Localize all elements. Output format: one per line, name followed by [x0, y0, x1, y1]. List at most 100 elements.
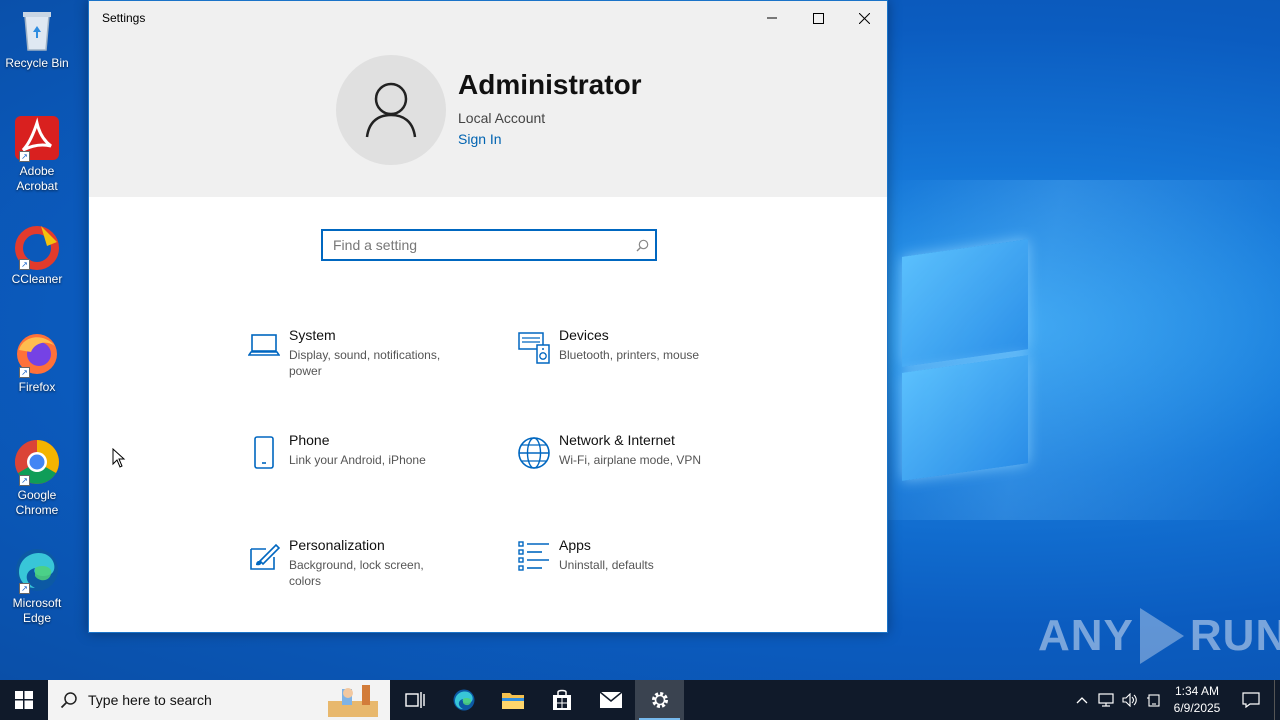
edge-icon: ↗ — [13, 546, 61, 594]
category-title: Devices — [559, 327, 609, 343]
shortcut-arrow-icon: ↗ — [19, 475, 30, 486]
windows-logo-wallpaper — [890, 239, 1030, 481]
mouse-cursor-icon — [112, 447, 126, 473]
window-controls — [749, 1, 887, 35]
settings-window: Settings Administrator Local Account Sig… — [88, 0, 888, 633]
ccleaner-icon: ↗ — [13, 222, 61, 270]
firefox-icon: ↗ — [13, 330, 61, 378]
shortcut-arrow-icon: ↗ — [19, 367, 30, 378]
taskbar-mail[interactable] — [586, 680, 635, 720]
notification-icon — [1242, 692, 1260, 708]
category-devices[interactable]: Devices Bluetooth, printers, mouse — [509, 327, 729, 367]
network-tray-button[interactable] — [1094, 680, 1118, 720]
account-header: Administrator Local Account Sign In — [89, 35, 887, 197]
category-description: Wi-Fi, airplane mode, VPN — [559, 453, 702, 467]
store-bag-icon — [552, 689, 571, 710]
apps-list-icon — [509, 537, 559, 577]
category-system[interactable]: System Display, sound, notifications, po… — [239, 327, 459, 379]
minimize-icon — [767, 17, 777, 19]
desktop-icon-label: Firefox — [18, 380, 56, 394]
desktop-icon-label: Adobe Acrobat — [16, 164, 58, 193]
category-title: Phone — [289, 432, 330, 448]
category-description: Uninstall, defaults — [559, 558, 654, 572]
category-apps[interactable]: Apps Uninstall, defaults — [509, 537, 729, 577]
desktop-icon-label: Microsoft Edge — [12, 596, 62, 625]
mail-icon — [599, 691, 622, 708]
close-icon — [858, 12, 870, 24]
taskbar-clock[interactable]: 1:34 AM 6/9/2025 — [1166, 683, 1228, 717]
search-icon[interactable] — [629, 239, 655, 252]
minimize-button[interactable] — [749, 1, 795, 35]
phone-icon — [239, 432, 289, 472]
network-icon — [1098, 693, 1114, 707]
action-center-button[interactable] — [1228, 680, 1274, 720]
taskbar-file-explorer[interactable] — [488, 680, 537, 720]
taskbar-edge[interactable] — [439, 680, 488, 720]
taskbar-search-label: Type here to search — [88, 692, 212, 708]
category-description: Background, lock screen, colors — [289, 558, 424, 588]
desktop-icon-firefox[interactable]: ↗ Firefox — [4, 330, 70, 395]
desktop-icon-recycle-bin[interactable]: Recycle Bin — [4, 6, 70, 71]
category-description: Bluetooth, printers, mouse — [559, 348, 700, 362]
category-description: Display, sound, notifications, power — [289, 348, 441, 378]
search-icon — [60, 692, 77, 709]
category-title: System — [289, 327, 336, 343]
folder-icon — [501, 693, 524, 709]
taskbar-search-box[interactable]: Type here to search — [48, 680, 390, 720]
task-view-button[interactable] — [390, 680, 439, 720]
taskbar-settings[interactable] — [635, 680, 684, 720]
window-title: Settings — [102, 11, 146, 25]
chrome-icon: ↗ — [13, 438, 61, 486]
speaker-icon — [1122, 693, 1137, 707]
tablet-device-icon — [1147, 694, 1160, 707]
recycle-bin-icon — [13, 6, 61, 54]
desktop-icon-microsoft-edge[interactable]: ↗ Microsoft Edge — [4, 546, 70, 626]
desktop-icon-label: Recycle Bin — [5, 56, 69, 70]
taskbar: Type here to search 1:34 AM 6/9/2025 — [0, 680, 1280, 720]
desktop-icon-ccleaner[interactable]: ↗ CCleaner — [4, 222, 70, 287]
edge-icon — [453, 689, 474, 711]
settings-search-box — [321, 229, 657, 261]
clock-date: 6/9/2025 — [1173, 701, 1221, 715]
adobe-acrobat-icon: ↗ — [13, 114, 61, 162]
desktop-icon-adobe-acrobat[interactable]: ↗ Adobe Acrobat — [4, 114, 70, 194]
avatar — [336, 55, 446, 165]
category-phone[interactable]: Phone Link your Android, iPhone — [239, 432, 459, 472]
paintbrush-icon — [239, 537, 289, 577]
category-title: Network & Internet — [559, 432, 675, 448]
anyrun-watermark: ANY RUN — [1038, 608, 1280, 664]
category-title: Personalization — [289, 537, 385, 553]
desktop-icon-label: Google Chrome — [15, 488, 59, 517]
close-button[interactable] — [841, 1, 887, 35]
device-tray-button[interactable] — [1142, 680, 1166, 720]
maximize-icon — [812, 12, 824, 24]
desktop-icon-google-chrome[interactable]: ↗ Google Chrome — [4, 438, 70, 518]
show-hidden-icons-button[interactable] — [1070, 680, 1094, 720]
desktop-icon-label: CCleaner — [11, 272, 63, 286]
settings-search-input[interactable] — [323, 231, 629, 259]
windows-start-icon — [15, 691, 33, 709]
shortcut-arrow-icon: ↗ — [19, 583, 30, 594]
maximize-button[interactable] — [795, 1, 841, 35]
window-titlebar[interactable]: Settings — [89, 1, 887, 35]
sign-in-link[interactable]: Sign In — [458, 131, 502, 147]
category-network-internet[interactable]: Network & Internet Wi-Fi, airplane mode,… — [509, 432, 729, 472]
category-title: Apps — [559, 537, 591, 553]
system-tray: 1:34 AM 6/9/2025 — [1070, 680, 1280, 720]
laptop-icon — [239, 327, 289, 367]
start-button[interactable] — [0, 680, 48, 720]
account-name: Administrator — [458, 69, 642, 100]
account-type: Local Account — [458, 110, 546, 126]
devices-icon — [509, 327, 559, 367]
globe-icon — [509, 432, 559, 472]
shortcut-arrow-icon: ↗ — [19, 151, 30, 162]
taskbar-microsoft-store[interactable] — [537, 680, 586, 720]
volume-tray-button[interactable] — [1118, 680, 1142, 720]
search-highlight-illustration-icon — [322, 683, 384, 717]
clock-time: 1:34 AM — [1174, 684, 1220, 698]
gear-icon — [651, 692, 668, 708]
user-icon — [365, 82, 417, 138]
task-view-icon — [404, 692, 425, 708]
category-personalization[interactable]: Personalization Background, lock screen,… — [239, 537, 459, 589]
show-desktop-button[interactable] — [1274, 680, 1280, 720]
